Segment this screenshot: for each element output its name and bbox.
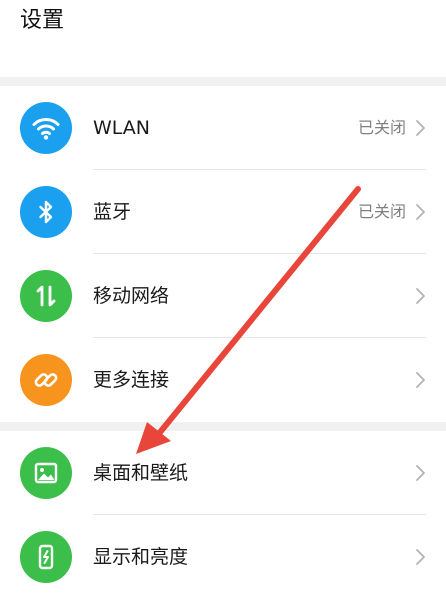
settings-item-label: 蓝牙	[93, 201, 132, 223]
settings-item-label: WLAN	[93, 117, 151, 139]
chevron-right-icon	[416, 204, 425, 220]
chevron-right-icon	[416, 549, 425, 565]
settings-item-wlan[interactable]: WLAN 已关闭	[0, 86, 446, 170]
chevron-right-icon	[416, 120, 425, 136]
section-divider	[0, 77, 446, 86]
page-title: 设置	[20, 8, 65, 33]
bluetooth-icon	[20, 186, 72, 238]
wlan-status-text: 已关闭	[357, 118, 406, 137]
section-divider	[0, 422, 446, 431]
settings-item-label: 桌面和壁纸	[93, 462, 189, 484]
bluetooth-status-text: 已关闭	[357, 202, 406, 221]
settings-item-label: 更多连接	[93, 369, 170, 391]
chevron-right-icon	[416, 465, 425, 481]
wallpaper-icon	[20, 447, 72, 499]
settings-item-more-connections[interactable]: 更多连接	[0, 338, 446, 422]
link-icon	[20, 354, 72, 406]
settings-item-mobile-network[interactable]: 移动网络	[0, 254, 446, 338]
settings-item-label: 显示和亮度	[93, 546, 189, 568]
settings-item-bluetooth[interactable]: 蓝牙 已关闭	[0, 170, 446, 254]
chevron-right-icon	[416, 372, 425, 388]
settings-item-label: 移动网络	[93, 285, 170, 307]
chevron-right-icon	[416, 288, 425, 304]
settings-item-display-brightness[interactable]: 显示和亮度	[0, 515, 446, 599]
mobile-data-icon	[20, 270, 72, 322]
display-phone-icon	[20, 531, 72, 583]
wifi-icon	[20, 102, 72, 154]
settings-item-desktop-wallpaper[interactable]: 桌面和壁纸	[0, 431, 446, 515]
